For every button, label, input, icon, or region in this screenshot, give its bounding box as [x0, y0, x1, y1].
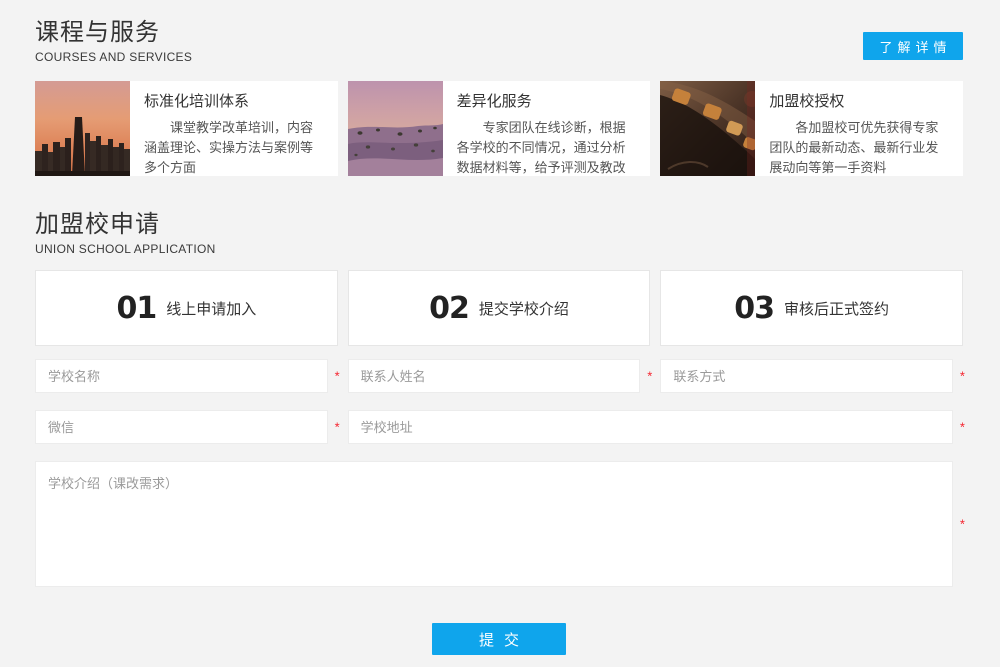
- school-address-input[interactable]: [348, 410, 953, 444]
- wechat-field: *: [35, 410, 328, 444]
- desert-dusk-image: [348, 81, 443, 176]
- school-address-field: *: [348, 410, 953, 444]
- page: 课程与服务 COURSES AND SERVICES 了解详情: [0, 0, 1000, 655]
- film-strip-image: [660, 81, 755, 176]
- wechat-input[interactable]: [35, 410, 328, 444]
- service-card-text: 差异化服务 专家团队在线诊断，根据各学校的不同情况，通过分析数据材料等，给予评测…: [443, 81, 651, 176]
- service-card-text: 标准化培训体系 课堂教学改革培训，内容涵盖理论、实操方法与案例等多个方面: [130, 81, 338, 176]
- school-name-input[interactable]: [35, 359, 328, 393]
- service-card-franchise-authorization: 加盟校授权 各加盟校可优先获得专家团队的最新动态、最新行业发展动向等第一手资料: [660, 81, 963, 176]
- contact-info-field: *: [660, 359, 953, 393]
- courses-section-head: 课程与服务 COURSES AND SERVICES 了解详情: [35, 18, 963, 64]
- service-card-differentiated-service: 差异化服务 专家团队在线诊断，根据各学校的不同情况，通过分析数据材料等，给予评测…: [348, 81, 651, 176]
- step-card-3: 03 审核后正式签约: [660, 270, 963, 346]
- contact-name-field: *: [348, 359, 641, 393]
- step-card-1: 01 线上申请加入: [35, 270, 338, 346]
- service-card-title: 加盟校授权: [769, 90, 951, 111]
- service-cards-row: 标准化培训体系 课堂教学改革培训，内容涵盖理论、实操方法与案例等多个方面: [35, 81, 963, 176]
- service-card-desc: 专家团队在线诊断，根据各学校的不同情况，通过分析数据材料等，给予评测及教改意见: [457, 118, 639, 176]
- application-title: 加盟校申请: [35, 210, 963, 240]
- application-form: * * * * * *: [35, 359, 963, 587]
- learn-more-button[interactable]: 了解详情: [863, 32, 963, 60]
- service-card-title: 差异化服务: [457, 90, 639, 111]
- school-intro-field: *: [35, 461, 953, 587]
- required-asterisk: *: [335, 421, 340, 434]
- step-label: 提交学校介绍: [479, 298, 569, 319]
- step-card-2: 02 提交学校介绍: [348, 270, 651, 346]
- required-asterisk: *: [335, 370, 340, 383]
- application-steps-row: 01 线上申请加入 02 提交学校介绍 03 审核后正式签约: [35, 270, 963, 346]
- submit-button[interactable]: 提交: [432, 623, 566, 655]
- service-card-title: 标准化培训体系: [144, 90, 326, 111]
- school-intro-textarea[interactable]: [35, 461, 953, 587]
- courses-heading-group: 课程与服务 COURSES AND SERVICES: [35, 18, 192, 64]
- submit-row: 提交: [35, 623, 963, 655]
- step-label: 线上申请加入: [166, 298, 256, 319]
- step-number: 01: [116, 291, 156, 326]
- contact-info-input[interactable]: [660, 359, 953, 393]
- service-card-desc: 各加盟校可优先获得专家团队的最新动态、最新行业发展动向等第一手资料: [769, 118, 951, 176]
- required-asterisk: *: [960, 421, 965, 434]
- application-subtitle: UNION SCHOOL APPLICATION: [35, 242, 963, 256]
- city-sunset-image: [35, 81, 130, 176]
- courses-subtitle: COURSES AND SERVICES: [35, 50, 192, 64]
- service-card-standardized-training: 标准化培训体系 课堂教学改革培训，内容涵盖理论、实操方法与案例等多个方面: [35, 81, 338, 176]
- step-number: 03: [734, 291, 774, 326]
- service-card-text: 加盟校授权 各加盟校可优先获得专家团队的最新动态、最新行业发展动向等第一手资料: [755, 81, 963, 176]
- contact-name-input[interactable]: [348, 359, 641, 393]
- required-asterisk: *: [647, 370, 652, 383]
- courses-section: 课程与服务 COURSES AND SERVICES 了解详情: [35, 18, 963, 176]
- application-section: 加盟校申请 UNION SCHOOL APPLICATION 01 线上申请加入…: [35, 210, 963, 655]
- service-card-desc: 课堂教学改革培训，内容涵盖理论、实操方法与案例等多个方面: [144, 118, 326, 176]
- required-asterisk: *: [960, 370, 965, 383]
- step-number: 02: [429, 291, 469, 326]
- courses-title: 课程与服务: [35, 18, 192, 48]
- required-asterisk: *: [960, 518, 965, 531]
- school-name-field: *: [35, 359, 328, 393]
- step-label: 审核后正式签约: [784, 298, 889, 319]
